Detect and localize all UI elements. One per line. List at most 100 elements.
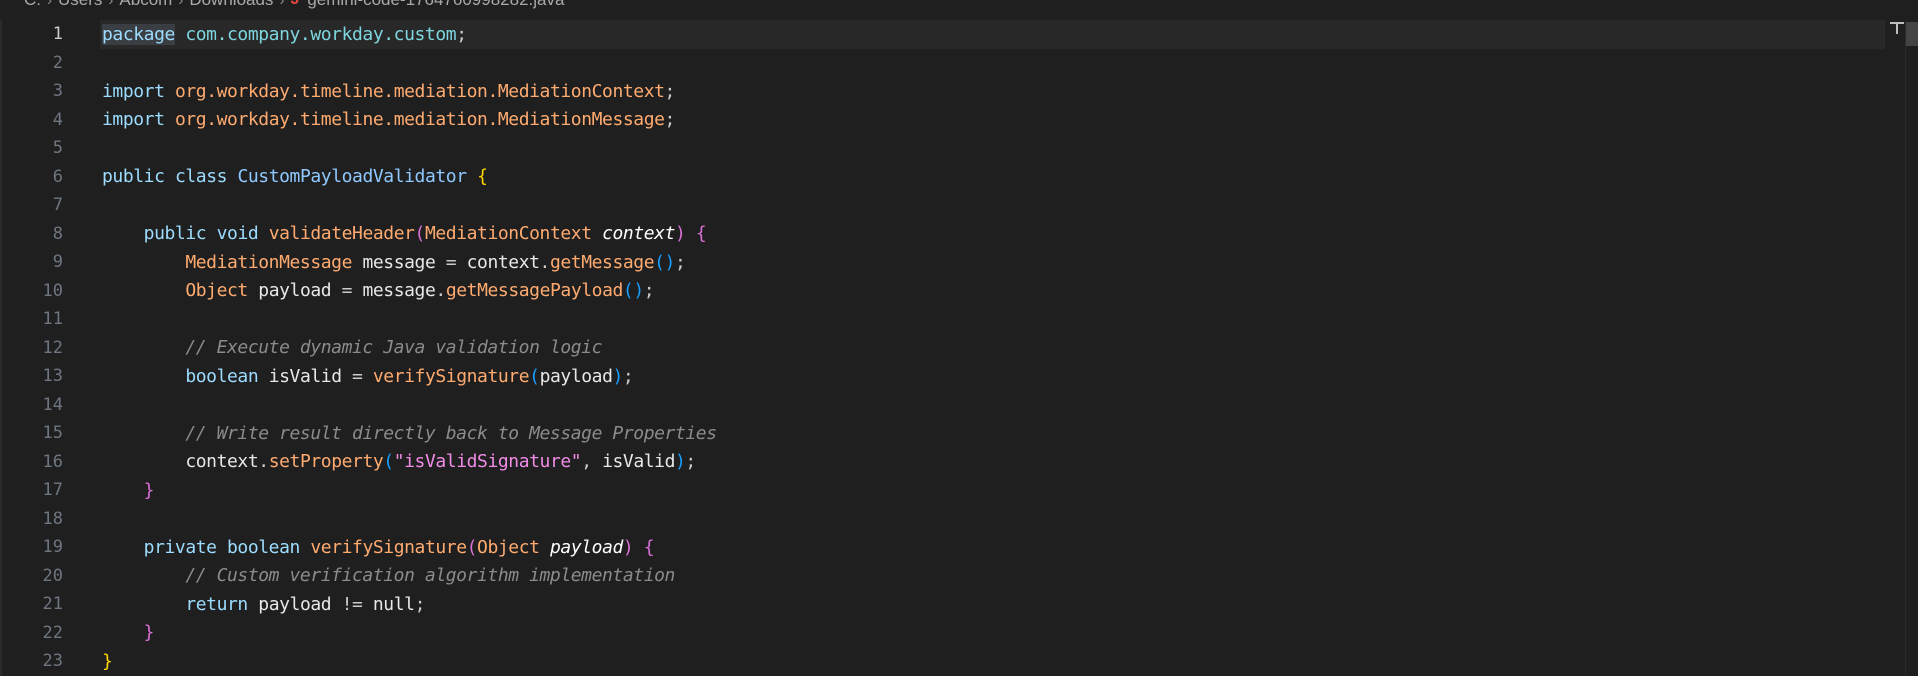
type-token: MediationContext	[424, 223, 592, 245]
method-name-token: verifySignature	[372, 365, 530, 387]
breadcrumb-separator: ›	[47, 0, 52, 9]
code-text[interactable]: Object payload = message.getMessagePaylo…	[102, 280, 654, 301]
code-editor[interactable]: 1 package com.company.workday.custom; 2 …	[0, 20, 1918, 676]
code-line[interactable]: 20 // Custom verification algorithm impl…	[0, 562, 1900, 591]
vertical-scrollbar[interactable]	[1905, 20, 1918, 676]
code-line[interactable]: 23 }	[0, 647, 1900, 676]
code-text[interactable]: private boolean verifySignature(Object p…	[102, 536, 655, 558]
breadcrumb-separator: ›	[178, 0, 184, 9]
line-number: 7	[52, 195, 63, 216]
code-line[interactable]: 18	[0, 505, 1900, 534]
type-token: MediationMessage	[497, 109, 665, 131]
line-number: 16	[42, 451, 63, 472]
package-token: org.workday.timeline.mediation.	[174, 80, 498, 102]
breadcrumb-item-user[interactable]: Abcom	[119, 0, 172, 10]
package-token: com.company.workday.custom	[185, 23, 457, 45]
type-token: Object	[477, 536, 540, 558]
variable-token: isValid	[268, 365, 342, 387]
code-line[interactable]: 1 package com.company.workday.custom;	[0, 20, 1900, 49]
line-number: 4	[52, 109, 63, 130]
line-number: 10	[42, 280, 63, 301]
method-name-token: validateHeader	[268, 223, 415, 245]
scrollbar-thumb[interactable]	[1906, 22, 1918, 46]
code-text[interactable]: context.setProperty("isValidSignature", …	[102, 451, 696, 472]
variable-token: payload	[539, 365, 613, 387]
keyword-token: private	[143, 536, 217, 558]
code-line[interactable]: 10 Object payload = message.getMessagePa…	[0, 277, 1900, 306]
code-line[interactable]: 17 }	[0, 476, 1900, 505]
line-number: 15	[42, 423, 63, 444]
method-name-token: setProperty	[268, 451, 384, 473]
code-text[interactable]: import org.workday.timeline.mediation.Me…	[102, 109, 675, 130]
java-file-icon: J	[290, 0, 299, 9]
line-number: 2	[52, 52, 63, 73]
breadcrumb-item-users[interactable]: Users	[58, 0, 102, 10]
line-number: 3	[52, 81, 63, 102]
operator-token: !=	[341, 593, 363, 615]
code-text[interactable]: // Custom verification algorithm impleme…	[102, 565, 675, 586]
code-line[interactable]: 22 }	[0, 619, 1900, 648]
code-line[interactable]: 3 import org.workday.timeline.mediation.…	[0, 77, 1900, 106]
comment-token: // Write result directly back to Message…	[185, 422, 717, 444]
code-line[interactable]: 4 import org.workday.timeline.mediation.…	[0, 106, 1900, 135]
method-name-token: getMessage	[549, 251, 655, 273]
code-text[interactable]: boolean isValid = verifySignature(payloa…	[102, 366, 633, 387]
code-text[interactable]: package com.company.workday.custom;	[102, 23, 467, 45]
overview-ruler-marker-icon	[1890, 22, 1904, 34]
line-number: 11	[42, 309, 63, 330]
type-token: Object	[185, 280, 248, 302]
line-number: 8	[52, 223, 63, 244]
code-text[interactable]: return payload != null;	[102, 594, 425, 615]
code-line[interactable]: 14	[0, 391, 1900, 420]
line-number: 22	[42, 622, 63, 643]
keyword-token: import	[102, 109, 165, 131]
breadcrumb-item-file[interactable]: gemini-code-1764760998282.java	[307, 0, 564, 10]
breadcrumb-separator: ›	[108, 0, 114, 9]
code-text[interactable]: }	[102, 622, 155, 643]
comment-token: // Execute dynamic Java validation logic	[185, 337, 603, 359]
parameter-token: context	[602, 223, 675, 245]
variable-token: payload	[258, 593, 332, 615]
code-line[interactable]: 5	[0, 134, 1900, 163]
line-number: 17	[42, 480, 63, 501]
variable-token: isValid	[602, 451, 675, 473]
breadcrumb-path: C: › Users › Abcom › Downloads › J gemin…	[24, 0, 564, 11]
variable-token: context	[466, 251, 540, 273]
code-line[interactable]: 15 // Write result directly back to Mess…	[0, 419, 1900, 448]
type-token: MediationContext	[497, 80, 665, 102]
comment-token: // Custom verification algorithm impleme…	[185, 565, 675, 587]
line-number: 21	[42, 594, 63, 615]
code-line[interactable]: 2	[0, 49, 1900, 78]
class-name-token: CustomPayloadValidator	[237, 166, 467, 188]
code-line[interactable]: 19 private boolean verifySignature(Objec…	[0, 533, 1900, 562]
code-text[interactable]: public void validateHeader(MediationCont…	[102, 223, 707, 245]
type-token: MediationMessage	[185, 251, 353, 273]
keyword-token: class	[174, 166, 228, 188]
code-line[interactable]: 7	[0, 191, 1900, 220]
code-text[interactable]: import org.workday.timeline.mediation.Me…	[102, 81, 675, 102]
code-line[interactable]: 6 public class CustomPayloadValidator {	[0, 163, 1900, 192]
breadcrumb-item-downloads[interactable]: Downloads	[189, 0, 273, 10]
line-number: 23	[42, 651, 63, 672]
code-text[interactable]: MediationMessage message = context.getMe…	[102, 251, 686, 273]
code-line[interactable]: 8 public void validateHeader(MediationCo…	[0, 220, 1900, 249]
null-literal-token: null	[372, 593, 415, 615]
line-number: 14	[42, 394, 63, 415]
code-line[interactable]: 9 MediationMessage message = context.get…	[0, 248, 1900, 277]
variable-token: message	[362, 280, 436, 302]
code-line[interactable]: 16 context.setProperty("isValidSignature…	[0, 448, 1900, 477]
line-number: 9	[52, 252, 63, 273]
line-number: 13	[42, 366, 63, 387]
keyword-token: public	[102, 166, 165, 188]
code-text[interactable]: public class CustomPayloadValidator {	[102, 166, 488, 188]
code-text[interactable]: // Execute dynamic Java validation logic	[102, 337, 602, 358]
code-text[interactable]: }	[102, 480, 155, 501]
breadcrumb-item-drive[interactable]: C:	[24, 0, 41, 10]
code-line[interactable]: 21 return payload != null;	[0, 590, 1900, 619]
keyword-token: boolean	[227, 536, 300, 558]
code-line[interactable]: 11	[0, 305, 1900, 334]
code-line[interactable]: 13 boolean isValid = verifySignature(pay…	[0, 362, 1900, 391]
code-line[interactable]: 12 // Execute dynamic Java validation lo…	[0, 334, 1900, 363]
code-text[interactable]: }	[102, 651, 113, 672]
code-text[interactable]: // Write result directly back to Message…	[102, 423, 717, 444]
